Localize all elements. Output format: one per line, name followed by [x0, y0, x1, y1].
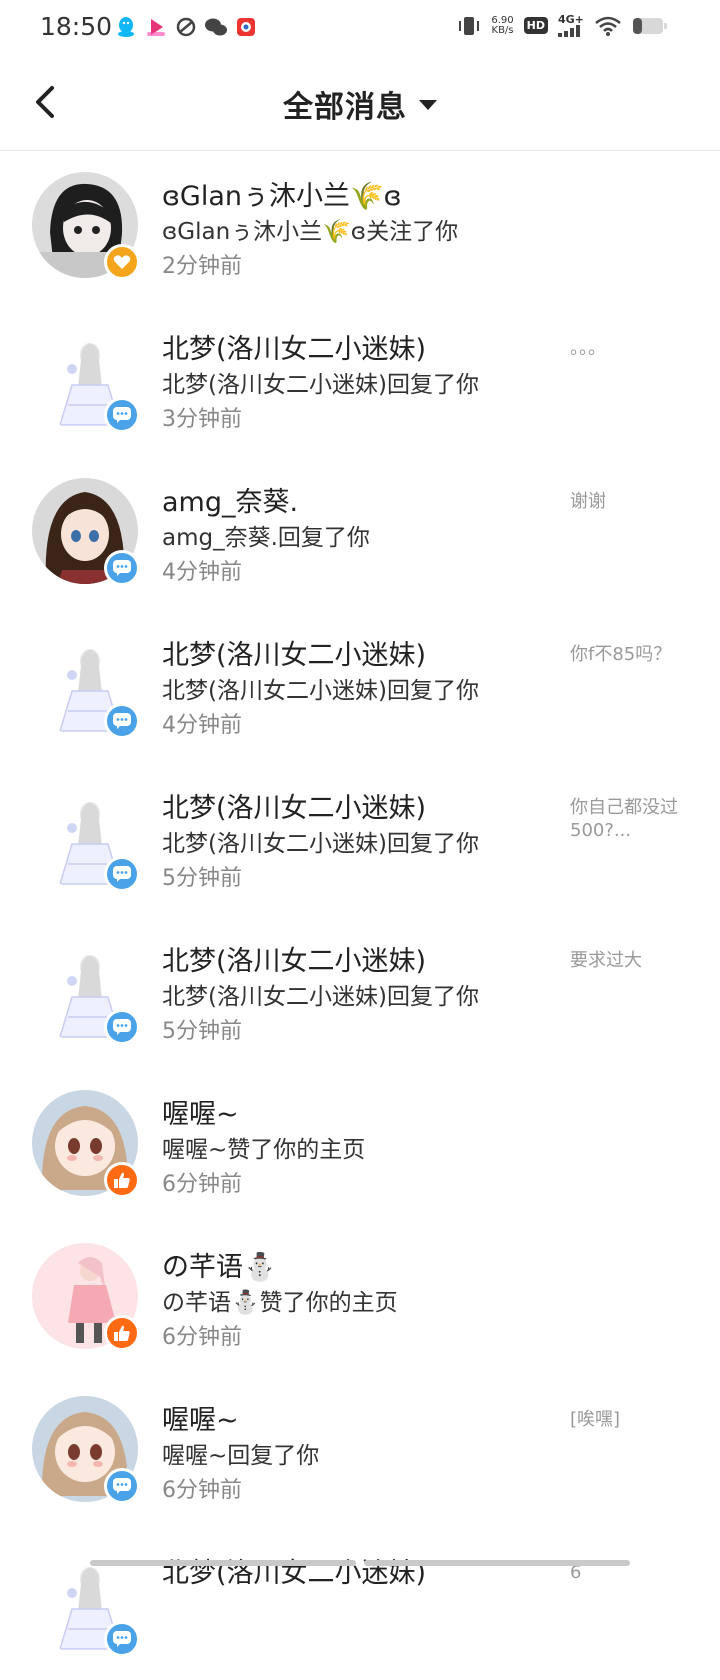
notification-item[interactable]: 北梦(洛川女二小迷妹) 北梦(洛川女二小迷妹)回复了你 5分钟前 要求过大	[0, 915, 720, 1068]
comment-icon	[104, 550, 140, 586]
user-name[interactable]: amg_奈葵.	[162, 480, 298, 519]
scroll-indicator	[90, 1560, 630, 1566]
thumbs-up-icon	[104, 1315, 140, 1351]
user-name[interactable]: 北梦(洛川女二小迷妹)	[162, 1551, 426, 1590]
notification-time: 4分钟前	[162, 560, 242, 585]
net-speed: 6.90 KB/s	[491, 14, 514, 36]
notification-action: amg_奈葵.回复了你	[162, 525, 370, 551]
message-preview: 你f不85吗？	[570, 644, 672, 665]
notification-time: 6分钟前	[162, 1478, 242, 1503]
message-preview: 你自己都没过500?...	[570, 797, 678, 841]
qq-icon	[114, 15, 138, 39]
notification-time: 6分钟前	[162, 1325, 242, 1350]
notification-time: 6分钟前	[162, 1172, 242, 1197]
caret-down-icon	[419, 100, 437, 110]
message-preview: 谢谢	[570, 491, 606, 512]
comment-icon	[104, 1009, 140, 1045]
status-app-icons	[114, 15, 258, 39]
status-time: 18:50	[40, 12, 113, 41]
signal-icon: 4G+	[558, 14, 584, 37]
user-name[interactable]: の芊语⛄	[162, 1245, 277, 1284]
notification-time: 5分钟前	[162, 1019, 242, 1044]
notification-time: 4分钟前	[162, 713, 242, 738]
status-indicators: 6.90 KB/s HD 4G+	[457, 14, 668, 37]
message-filter-dropdown[interactable]: 全部消息	[0, 82, 720, 126]
notification-action: 喔喔~回复了你	[162, 1443, 320, 1469]
notification-action: の芊语⛄赞了你的主页	[162, 1290, 398, 1316]
notification-time: 3分钟前	[162, 407, 242, 432]
user-name[interactable]: 北梦(洛川女二小迷妹)	[162, 786, 426, 825]
status-bar: 18:50 6.90 KB/s HD 4G+	[0, 0, 720, 56]
page-title: 全部消息	[283, 90, 407, 125]
user-name[interactable]: ɞGlanぅ沐小兰🌾ɞ	[162, 174, 402, 213]
notification-item[interactable]: amg_奈葵. amg_奈葵.回复了你 4分钟前 谢谢	[0, 456, 720, 609]
notification-item[interactable]: 北梦(洛川女二小迷妹) 北梦(洛川女二小迷妹)回复了你 5分钟前 你自己都没过5…	[0, 762, 720, 915]
comment-icon	[104, 856, 140, 892]
message-preview: 要求过大	[570, 950, 642, 971]
header: 全部消息	[0, 56, 720, 151]
comment-icon	[104, 397, 140, 433]
user-name[interactable]: 北梦(洛川女二小迷妹)	[162, 633, 426, 672]
wifi-icon	[595, 16, 621, 36]
user-name[interactable]: 北梦(洛川女二小迷妹)	[162, 327, 426, 366]
notification-item[interactable]: の芊语⛄ の芊语⛄赞了你的主页 6分钟前	[0, 1221, 720, 1374]
message-preview: 。。。	[570, 338, 606, 359]
notification-time: 5分钟前	[162, 866, 242, 891]
notification-list: ɞGlanぅ沐小兰🌾ɞ ɞGlanぅ沐小兰🌾ɞ关注了你 2分钟前 北梦(洛川女二…	[0, 150, 720, 1680]
thumbs-up-icon	[104, 1162, 140, 1198]
message-preview: [唉嘿]	[570, 1409, 621, 1430]
notification-action: 北梦(洛川女二小迷妹)回复了你	[162, 831, 479, 857]
video-app-icon	[144, 15, 168, 39]
notification-item[interactable]: 北梦(洛川女二小迷妹) 北梦(洛川女二小迷妹)回复了你 4分钟前 你f不85吗？	[0, 609, 720, 762]
user-name[interactable]: 喔喔~	[162, 1092, 239, 1131]
comment-icon	[104, 703, 140, 739]
notification-item[interactable]: ɞGlanぅ沐小兰🌾ɞ ɞGlanぅ沐小兰🌾ɞ关注了你 2分钟前	[0, 150, 720, 303]
notification-action: 北梦(洛川女二小迷妹)回复了你	[162, 372, 479, 398]
notification-action: ɞGlanぅ沐小兰🌾ɞ关注了你	[162, 219, 459, 245]
vibrate-icon	[459, 16, 480, 35]
user-name[interactable]: 北梦(洛川女二小迷妹)	[162, 939, 426, 978]
comment-icon	[104, 1621, 140, 1657]
notification-item[interactable]: 喔喔~ 喔喔~赞了你的主页 6分钟前	[0, 1068, 720, 1221]
notification-item[interactable]: 北梦(洛川女二小迷妹) 6	[0, 1527, 720, 1680]
notification-time: 2分钟前	[162, 254, 242, 279]
comment-icon	[104, 1468, 140, 1504]
notification-action: 北梦(洛川女二小迷妹)回复了你	[162, 678, 479, 704]
notification-action: 喔喔~赞了你的主页	[162, 1137, 366, 1163]
hd-badge: HD	[523, 17, 548, 34]
heart-icon	[104, 244, 140, 280]
notification-action: 北梦(洛川女二小迷妹)回复了你	[162, 984, 479, 1010]
battery-icon	[633, 17, 667, 34]
link-app-icon	[174, 15, 198, 39]
baidu-icon	[234, 15, 258, 39]
wechat-icon	[204, 15, 228, 39]
notification-item[interactable]: 喔喔~ 喔喔~回复了你 6分钟前 [唉嘿]	[0, 1374, 720, 1527]
notification-item[interactable]: 北梦(洛川女二小迷妹) 北梦(洛川女二小迷妹)回复了你 3分钟前 。。。	[0, 303, 720, 456]
user-name[interactable]: 喔喔~	[162, 1398, 239, 1437]
